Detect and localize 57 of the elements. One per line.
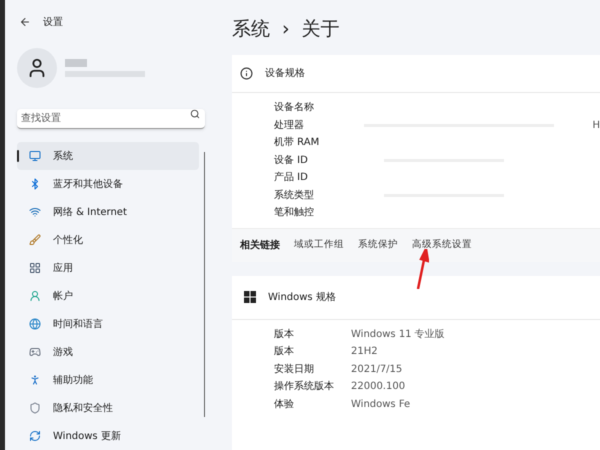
nav-item[interactable]: 个性化 bbox=[17, 226, 199, 254]
nav-item[interactable]: Windows 更新 bbox=[17, 422, 199, 450]
breadcrumb-parent[interactable]: 系统 bbox=[232, 14, 270, 44]
back-icon[interactable] bbox=[19, 16, 31, 28]
blurred-name bbox=[65, 59, 87, 67]
spec-label: 体验 bbox=[274, 398, 295, 412]
apps-icon bbox=[29, 262, 41, 274]
spec-label: 系统类型 bbox=[274, 188, 315, 203]
spec-value: Windows 11 专业版 bbox=[351, 328, 445, 342]
related-link[interactable]: 域或工作组 bbox=[294, 238, 344, 252]
spec-label: 笔和触控 bbox=[274, 206, 315, 220]
selection-indicator bbox=[17, 150, 19, 162]
nav-item[interactable]: 网络 & Internet bbox=[17, 198, 199, 226]
spec-label: 设备名称 bbox=[274, 101, 315, 116]
spec-label: 处理器 bbox=[274, 118, 305, 133]
card-title: 设备规格 bbox=[265, 66, 305, 81]
related-links-label: 相关链接 bbox=[240, 238, 280, 252]
update-icon bbox=[29, 430, 41, 442]
info-icon bbox=[240, 67, 253, 80]
nav-item[interactable]: 时间和语言 bbox=[17, 310, 199, 338]
search-icon bbox=[190, 109, 200, 119]
spec-label: 设备 ID bbox=[274, 154, 309, 168]
window-title: 设置 bbox=[43, 16, 63, 30]
nav-item[interactable]: 蓝牙和其他设备 bbox=[17, 170, 199, 198]
nav-item[interactable]: 游戏 bbox=[17, 338, 199, 366]
search-field[interactable]: 查找设置 bbox=[17, 109, 205, 129]
gamepad-icon bbox=[29, 346, 41, 358]
spec-label: 机带 RAM bbox=[274, 136, 320, 150]
shield-icon bbox=[29, 402, 41, 414]
nav-item[interactable]: 帐户 bbox=[17, 282, 199, 310]
spec-value: 21H2 bbox=[351, 345, 378, 360]
nav-item[interactable]: 应用 bbox=[17, 254, 199, 282]
spec-label: 操作系统版本 bbox=[274, 380, 335, 394]
page-title: 关于 bbox=[302, 16, 340, 42]
spec-label: 版本 bbox=[274, 344, 295, 360]
person-icon bbox=[29, 290, 41, 302]
nav-item[interactable]: 隐私和安全性 bbox=[17, 394, 199, 422]
spec-value: 22000.100 bbox=[351, 380, 406, 394]
related-link[interactable]: 系统保护 bbox=[358, 238, 398, 252]
spec-label: 版本 bbox=[274, 328, 295, 342]
annotation-arrow bbox=[415, 248, 429, 288]
brush-icon bbox=[29, 234, 41, 246]
spec-label: 产品 ID bbox=[274, 170, 309, 186]
spec-label: 安装日期 bbox=[274, 362, 315, 377]
display-icon bbox=[29, 150, 41, 162]
spec-value: Windows Fe bbox=[351, 398, 410, 412]
card-title: Windows 规格 bbox=[268, 290, 336, 304]
spec-value: 2021/7/15 bbox=[351, 362, 402, 377]
spec-value: H bbox=[592, 118, 600, 133]
globe-icon bbox=[29, 318, 41, 330]
nav-item[interactable]: 系统 bbox=[17, 142, 199, 170]
bluetooth-icon bbox=[29, 178, 41, 190]
windows-logo-icon bbox=[244, 291, 256, 303]
nav-item[interactable]: 辅助功能 bbox=[17, 366, 199, 394]
accessibility-icon bbox=[29, 374, 41, 386]
breadcrumb-separator: › bbox=[282, 16, 290, 42]
related-link[interactable]: 高级系统设置 bbox=[412, 238, 472, 252]
